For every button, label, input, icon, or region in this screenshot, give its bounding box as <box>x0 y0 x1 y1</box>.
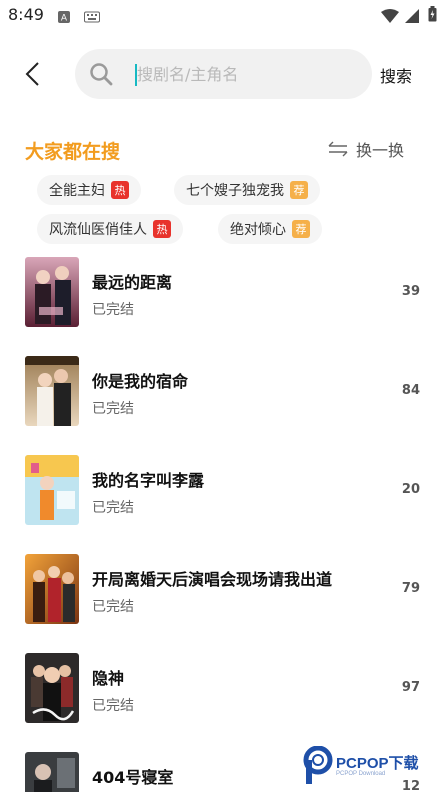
poster-image <box>25 752 79 792</box>
poster-image <box>25 554 79 624</box>
watermark-subtext: PCPOP Download <box>336 771 386 777</box>
refresh-label: 换一换 <box>356 141 405 160</box>
list-item[interactable]: 隐神 已完结 97 <box>0 653 446 725</box>
watermark-text: PCPOP下载 <box>336 755 419 772</box>
drama-title: 隐神 <box>92 669 125 688</box>
refresh-button[interactable]: 换一换 <box>328 137 404 161</box>
hot-search-title: 大家都在搜 <box>25 141 121 163</box>
drama-title: 你是我的宿命 <box>92 372 189 391</box>
chip-label: 七个嫂子独宠我 <box>186 183 284 199</box>
list-item[interactable]: 最远的距离 已完结 39 <box>0 257 446 329</box>
hot-badge: 热 <box>153 220 171 238</box>
episode-count: 39 <box>401 284 420 299</box>
chip-label: 全能主妇 <box>49 183 105 199</box>
episode-count: 20 <box>401 482 420 497</box>
app-notification-icon: A <box>58 8 70 27</box>
back-button[interactable] <box>18 58 50 90</box>
episode-count: 79 <box>401 581 420 596</box>
list-item[interactable]: 开局离婚天后演唱会现场请我出道 已完结 79 <box>0 554 446 626</box>
hot-chip[interactable]: 全能主妇 热 <box>37 175 141 205</box>
recommend-badge: 荐 <box>290 181 308 199</box>
drama-title: 最远的距离 <box>92 273 173 292</box>
hot-chip[interactable]: 七个嫂子独宠我 荐 <box>174 175 320 205</box>
signal-icon <box>405 8 419 27</box>
pcpop-logo-icon <box>303 746 333 784</box>
poster-image <box>25 455 79 525</box>
search-box[interactable] <box>75 49 372 99</box>
hot-badge: 热 <box>111 181 129 199</box>
poster-image <box>25 653 79 723</box>
drama-title: 我的名字叫李露 <box>92 471 205 490</box>
episode-count: 97 <box>401 680 420 695</box>
drama-status: 已完结 <box>92 401 134 417</box>
poster-image <box>25 356 79 426</box>
drama-status: 已完结 <box>92 302 134 318</box>
chip-label: 绝对倾心 <box>230 222 286 238</box>
search-icon <box>89 62 113 90</box>
list-item[interactable]: 你是我的宿命 已完结 84 <box>0 356 446 428</box>
drama-title: 开局离婚天后演唱会现场请我出道 <box>92 570 333 589</box>
status-bar: 8:49 A <box>0 0 446 30</box>
hot-chip[interactable]: 风流仙医俏佳人 热 <box>37 214 183 244</box>
search-button[interactable]: 搜索 <box>380 63 412 87</box>
status-time: 8:49 <box>8 5 44 24</box>
drama-status: 已完结 <box>92 500 134 516</box>
search-input[interactable] <box>137 59 357 89</box>
drama-status: 已完结 <box>92 698 134 714</box>
hot-chip[interactable]: 绝对倾心 荐 <box>218 214 322 244</box>
list-item[interactable]: 我的名字叫李露 已完结 20 <box>0 455 446 527</box>
swap-arrows-icon <box>328 141 348 157</box>
keyboard-icon <box>84 8 100 27</box>
wifi-icon <box>381 8 399 27</box>
search-header: 搜索 <box>0 46 446 102</box>
poster-image <box>25 257 79 327</box>
battery-icon <box>428 6 437 26</box>
drama-status: 已完结 <box>92 599 134 615</box>
chip-label: 风流仙医俏佳人 <box>49 222 147 238</box>
episode-count: 84 <box>401 383 420 398</box>
drama-title: 404号寝室 <box>92 768 174 787</box>
watermark-logo: PCPOP下载 PCPOP Download <box>300 744 446 792</box>
svg-text:A: A <box>61 14 68 24</box>
chevron-left-icon <box>25 62 39 86</box>
recommend-badge: 荐 <box>292 220 310 238</box>
